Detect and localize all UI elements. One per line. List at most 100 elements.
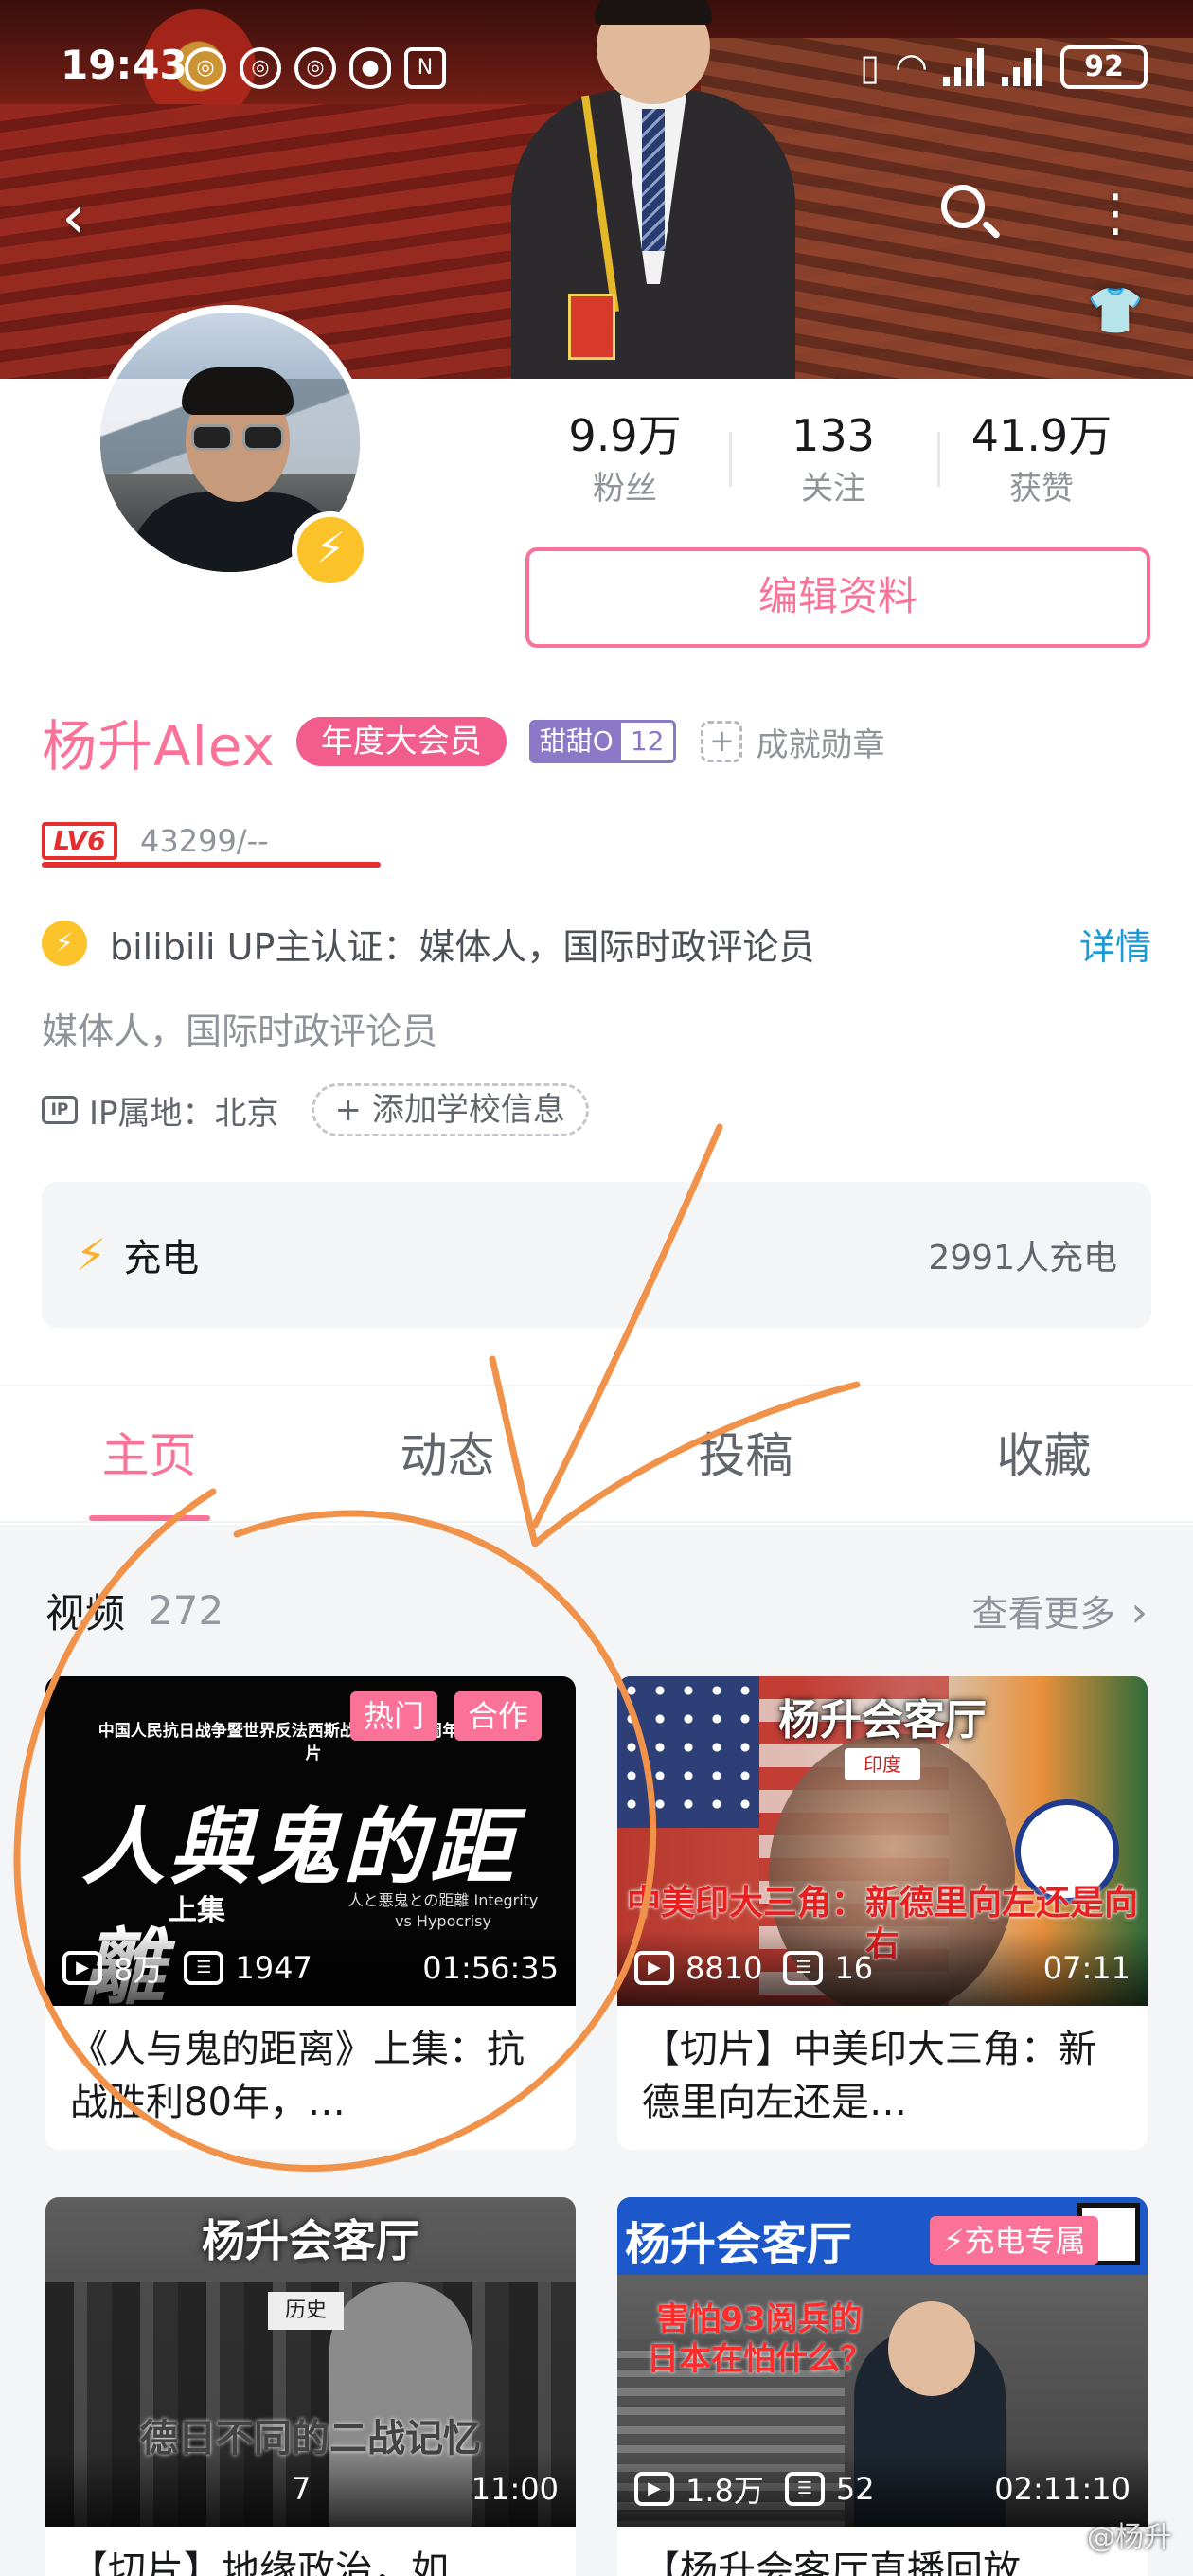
video-thumbnail: 杨升会客厅 历史 德日不同的二战记忆 7 11:00	[45, 2197, 576, 2527]
danmaku-stat: ☰ 16	[783, 1950, 873, 1986]
person-hair	[595, 0, 712, 25]
danmaku-icon: ☰	[184, 1951, 224, 1985]
video-card[interactable]: 杨升会客厅 历史 德日不同的二战记忆 7 11:00 【切片】地缘政治，如…	[45, 2197, 576, 2576]
watermark: @杨升	[1087, 2521, 1172, 2554]
video-title: 《人与鬼的距离》上集：抗战胜利80年，…	[70, 2028, 525, 2124]
profile-screen: 19:43 ◎ ◎ ◎ ● N ▯ ◠ 92 ‹ ⋮ 👕 ⚡ 9.9万 粉丝 1…	[0, 0, 1193, 2576]
signature: 媒体人，国际时政评论员	[42, 1011, 438, 1052]
thumb-header-text: 杨升会客厅	[625, 2218, 853, 2271]
level-exp: 43299/--	[140, 823, 269, 859]
video-count: 272	[148, 1586, 224, 1634]
status-time: 19:43	[61, 42, 187, 88]
video-duration: 01:56:35	[422, 1950, 559, 1986]
avatar-hair	[182, 367, 294, 415]
video-card[interactable]: 杨升会客厅 印度 中美印大三角：新德里向左还是向右 ▶8810 ☰16 07:1…	[617, 1676, 1148, 2150]
tab-uploads[interactable]: 投稿	[596, 1386, 895, 1521]
ip-location: IP属地：北京	[89, 1094, 279, 1133]
thumb-host-face	[888, 2301, 975, 2396]
achievement-button[interactable]: + 成就勋章	[701, 719, 884, 765]
tshirt-icon: 👕	[1087, 284, 1144, 337]
add-school-button[interactable]: + 添加学校信息	[311, 1083, 589, 1136]
video-title: 【切片】地缘政治，如…	[70, 2549, 487, 2576]
stat-fans[interactable]: 9.9万 粉丝	[521, 405, 729, 528]
stat-likes[interactable]: 41.9万 获赞	[937, 405, 1146, 528]
lightning-icon: ⚡	[943, 2223, 965, 2259]
view-count: 1.8万	[686, 2473, 764, 2509]
china-mobile-icon: ◎	[240, 47, 281, 89]
battery-indicator: 92	[1060, 45, 1148, 89]
thumb-header-text: 杨升会客厅	[778, 1696, 987, 1744]
views-stat: ▶ 8万	[62, 1946, 163, 1990]
edit-profile-button[interactable]: 编辑资料	[525, 547, 1150, 648]
tab-home[interactable]: 主页	[0, 1386, 298, 1521]
chevron-right-icon: ›	[1131, 1587, 1148, 1637]
stat-value: 133	[792, 410, 875, 461]
video-duration: 02:11:10	[994, 2471, 1131, 2507]
stat-label: 获赞	[1009, 470, 1074, 508]
tab-favorites[interactable]: 收藏	[895, 1386, 1193, 1521]
vip-badge[interactable]: 年度大会员	[295, 717, 507, 766]
medal-name: 甜甜O	[531, 723, 621, 760]
video-meta: 7 11:00	[45, 2451, 576, 2527]
danmaku-count: 16	[834, 1950, 874, 1986]
danmaku-stat: ☰ 52	[784, 2471, 875, 2507]
video-duration: 07:11	[1042, 1950, 1131, 1986]
fan-medal[interactable]: 甜甜O 12	[528, 720, 677, 763]
stat-value: 9.9万	[568, 410, 682, 461]
back-button[interactable]: ‹	[36, 180, 112, 256]
video-meta: ▶ 8810 ☰ 16 07:11	[617, 1930, 1148, 2006]
nfc-icon: N	[404, 47, 446, 89]
more-button[interactable]: ⋮	[1077, 175, 1153, 251]
video-thumbnail: 杨升会客厅 印度 中美印大三角：新德里向左还是向右 ▶8810 ☰16 07:1…	[617, 1676, 1148, 2006]
medal-level: 12	[620, 723, 674, 760]
stat-label: 粉丝	[593, 470, 657, 508]
video-meta: ▶ 8万 ☰ 1947 01:56:35	[45, 1930, 576, 2006]
view-count: 8810	[686, 1950, 763, 1986]
charge-card[interactable]: ⚡ 充电 2991人充电	[42, 1182, 1151, 1328]
video-duration: 11:00	[471, 2471, 559, 2507]
stat-following[interactable]: 133 关注	[729, 405, 937, 528]
dress-up-button[interactable]: 👕	[1077, 268, 1153, 344]
play-icon: ▶	[634, 2472, 674, 2506]
charge-label: 充电	[123, 1237, 200, 1280]
hot-tag: 热门	[350, 1691, 438, 1741]
danmaku-count: 7	[292, 2471, 312, 2507]
thumb-sub-text: 人と悪鬼との距離 Integrity vs Hypocrisy	[347, 1891, 539, 1930]
status-left-icons: ◎ ◎ ◎ ● N	[185, 47, 446, 89]
views-stat: ▶ 8810	[634, 1950, 762, 1986]
view-count: 8万	[114, 1952, 164, 1988]
video-title: 【切片】中美印大三角：新德里向左还是…	[642, 2028, 1096, 2124]
lightning-icon: ⚡	[76, 1229, 107, 1280]
username: 杨升Alex	[42, 714, 276, 778]
china-mobile-icon: ◎	[185, 47, 226, 89]
danmaku-count: 52	[835, 2471, 875, 2507]
video-section: 视频 272 查看更多 › 中国人民抗日战争暨世界反法西斯战争胜利80周年 专题纪…	[0, 1525, 1193, 2576]
danmaku-stat: ☰ 1947	[184, 1950, 312, 1986]
signal-icon	[943, 48, 987, 86]
verification-detail-link[interactable]: 详情	[1079, 918, 1151, 970]
danmaku-stat: 7	[292, 2471, 311, 2507]
add-school-label: 添加学校信息	[371, 1091, 565, 1129]
tab-dynamics[interactable]: 动态	[298, 1386, 596, 1521]
view-more-button[interactable]: 查看更多 ›	[971, 1584, 1148, 1637]
video-card[interactable]: 杨升会客厅 直播 8月27 害怕93阅兵的日本在怕什么？ ⚡充电专属 ▶1.8万…	[617, 2197, 1148, 2576]
wifi-icon: ◠	[895, 45, 928, 89]
more-vertical-icon: ⋮	[1090, 183, 1141, 242]
profile-tabs: 主页 动态 投稿 收藏	[0, 1385, 1193, 1523]
thumb-part-text: 上集	[169, 1894, 225, 1927]
charge-exclusive-label: 充电专属	[964, 2223, 1086, 2259]
video-thumbnail: 杨升会客厅 直播 8月27 害怕93阅兵的日本在怕什么？ ⚡充电专属 ▶1.8万…	[617, 2197, 1148, 2527]
lightning-icon: ⚡	[42, 921, 87, 966]
danmaku-count: 1947	[235, 1950, 312, 1986]
level-row[interactable]: LV6 43299/--	[42, 813, 269, 869]
danmaku-icon: ☰	[784, 2472, 825, 2506]
verification-text: bilibili UP主认证：媒体人，国际时政评论员	[110, 925, 815, 968]
china-mobile-icon: ◎	[294, 47, 336, 89]
video-card[interactable]: 中国人民抗日战争暨世界反法西斯战争胜利80周年 专题纪录片 人與鬼的距離 上集 …	[45, 1676, 576, 2150]
views-stat: ▶ 1.8万	[634, 2467, 764, 2511]
thumb-header-text: 杨升会客厅	[202, 2215, 419, 2266]
thumb-tag-text: 印度	[845, 1748, 920, 1780]
video-section-title: 视频	[45, 1589, 126, 1637]
search-button[interactable]	[928, 175, 1004, 251]
avatar-glasses	[191, 424, 286, 453]
